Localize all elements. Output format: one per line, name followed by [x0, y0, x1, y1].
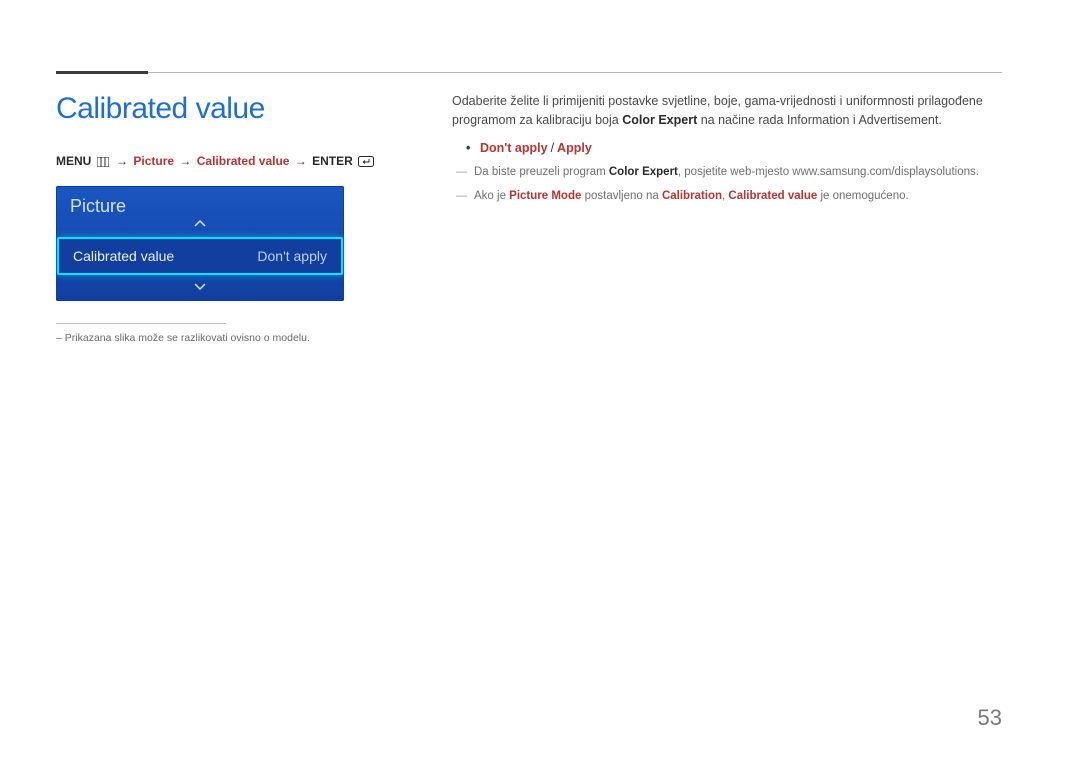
note1-pre: Da biste preuzeli program — [474, 166, 609, 178]
note-disabled: Ako je Picture Mode postavljeno na Calib… — [452, 188, 1002, 206]
osd-row-value: Don't apply — [257, 248, 327, 264]
note2-post: je onemogućeno. — [817, 190, 908, 202]
top-divider — [56, 72, 1002, 73]
intro-paragraph: Odaberite želite li primijeniti postavke… — [452, 92, 1002, 131]
breadcrumb: MENU → Picture → Calibrated value → ENTE… — [56, 154, 396, 170]
intro-text-post: na načine rada Information i Advertiseme… — [697, 113, 942, 127]
left-footnote-divider — [56, 323, 226, 324]
note2-mid1: postavljeno na — [581, 190, 662, 202]
osd-row-label: Calibrated value — [73, 248, 174, 264]
breadcrumb-arrow-icon: → — [114, 154, 130, 168]
option-separator: / — [548, 141, 557, 155]
option-apply: Apply — [557, 141, 592, 155]
chevron-up-icon[interactable] — [56, 217, 344, 237]
chevron-down-icon[interactable] — [56, 275, 344, 301]
breadcrumb-enter: ENTER — [312, 154, 353, 168]
breadcrumb-calibrated-value: Calibrated value — [197, 154, 290, 168]
breadcrumb-arrow-icon: → — [177, 154, 193, 168]
breadcrumb-arrow-icon: → — [293, 154, 309, 168]
note1-post: , posjetite web-mjesto www.samsung.com/d… — [678, 166, 979, 178]
enter-icon — [358, 156, 374, 170]
manual-page: Calibrated value MENU → Picture → Calibr… — [0, 0, 1080, 763]
menu-grid-icon — [97, 156, 109, 170]
page-title: Calibrated value — [56, 92, 396, 126]
osd-panel-header: Picture — [56, 186, 344, 217]
left-footnote: Prikazana slika može se razlikovati ovis… — [56, 332, 396, 344]
note2-calibration: Calibration — [662, 190, 722, 202]
note2-pre: Ako je — [474, 190, 509, 202]
note1-color-expert: Color Expert — [609, 166, 678, 178]
osd-panel-title: Picture — [70, 196, 330, 217]
option-dont-apply: Don't apply — [480, 141, 548, 155]
intro-color-expert: Color Expert — [622, 113, 697, 127]
top-divider-accent — [56, 71, 148, 74]
page-number: 53 — [978, 705, 1002, 731]
right-column: Odaberite želite li primijeniti postavke… — [452, 92, 1002, 344]
note-download: Da biste preuzeli program Color Expert, … — [452, 164, 1002, 182]
left-column: Calibrated value MENU → Picture → Calibr… — [56, 92, 396, 344]
breadcrumb-menu: MENU — [56, 154, 91, 168]
osd-panel: Picture Calibrated value Don't apply — [56, 186, 344, 301]
content-columns: Calibrated value MENU → Picture → Calibr… — [56, 92, 1002, 344]
breadcrumb-picture: Picture — [133, 154, 174, 168]
note2-picture-mode: Picture Mode — [509, 190, 581, 202]
osd-row-calibrated-value[interactable]: Calibrated value Don't apply — [57, 237, 343, 275]
note2-calibrated-value: Calibrated value — [728, 190, 817, 202]
options-bullet: Don't apply/Apply — [452, 139, 1002, 158]
